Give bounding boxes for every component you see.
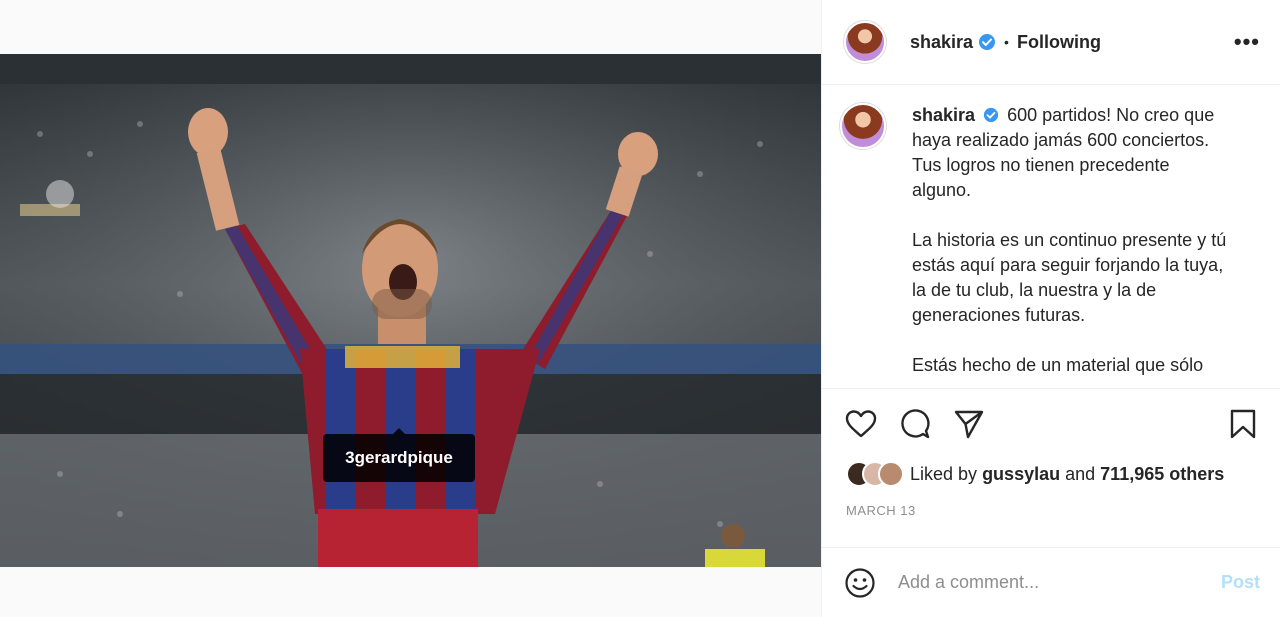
post-comment-button[interactable]: Post [1221,572,1260,593]
action-bar [822,389,1280,459]
liker-username[interactable]: gussylau [982,464,1060,484]
likes-row: Liked by gussylau and 711,965 others [822,459,1280,489]
save-button[interactable] [1226,407,1260,441]
caption-paragraph-3: Estás hecho de un material que sólo [912,355,1204,375]
caption-section: shakira 600 partidos! No creo que haya r… [822,85,1280,389]
post-photo[interactable]: 3gerardpique [0,54,821,567]
heart-icon [845,410,877,438]
comment-input[interactable] [898,572,1221,593]
header-username[interactable]: shakira [910,32,973,53]
liker-avatar [878,461,904,487]
caption-username[interactable]: shakira [912,105,975,125]
post-header: shakira • Following ••• [822,0,1280,85]
verified-badge-icon [983,107,999,123]
likes-conjunction: and [1065,463,1096,484]
following-button[interactable]: Following [1017,32,1101,53]
caption-paragraph-2: La historia es un continuo presente y tú… [912,230,1227,325]
likes-others-link[interactable]: 711,965 others [1100,464,1224,484]
instagram-post-modal: 3gerardpique shakira • Following ••• sha… [0,0,1280,617]
separator-dot: • [1004,34,1009,50]
emoji-icon[interactable] [844,567,876,599]
likes-text: Liked by gussylau and 711,965 others [910,464,1224,485]
user-tag-text: 3gerardpique [345,448,453,467]
likes-prefix: Liked by [910,463,978,484]
caption-text: shakira 600 partidos! No creo que haya r… [912,103,1232,388]
verified-badge-icon [979,34,996,50]
caption-avatar[interactable] [840,103,886,149]
post-date[interactable]: MARCH 13 [822,489,1280,537]
more-options-button[interactable]: ••• [1234,29,1260,55]
bookmark-icon [1230,409,1256,439]
comment-icon [901,409,930,439]
post-side-panel: shakira • Following ••• shakira 600 part… [821,0,1280,617]
like-button[interactable] [844,407,878,441]
user-tag-label[interactable]: 3gerardpique [323,428,475,482]
comment-bar: Post [822,547,1280,617]
comment-button[interactable] [898,407,932,441]
share-button[interactable] [952,407,986,441]
send-icon [954,410,984,439]
photo-image [0,54,821,567]
media-area: 3gerardpique [0,0,821,617]
avatar[interactable] [844,21,886,63]
